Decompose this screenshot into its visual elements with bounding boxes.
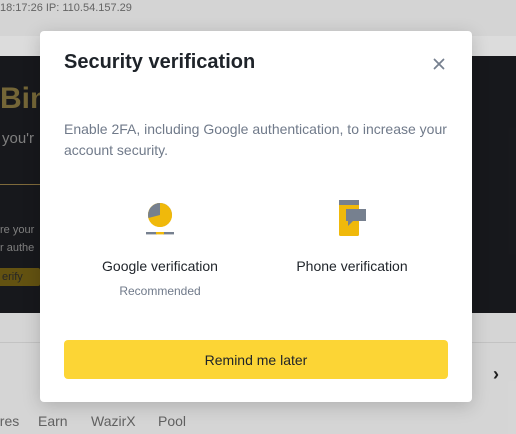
close-button[interactable] <box>428 53 450 75</box>
google-verification-option[interactable]: Google verification Recommended <box>75 199 245 298</box>
phone-verification-option[interactable]: Phone verification <box>267 199 437 274</box>
recommended-badge: Recommended <box>119 284 201 298</box>
phone-message-icon <box>339 200 366 236</box>
modal-title: Security verification <box>64 51 256 73</box>
security-verification-modal: Security verification Enable 2FA, includ… <box>40 31 472 402</box>
google-verification-label: Google verification <box>102 258 218 274</box>
google-authenticator-icon <box>146 203 174 235</box>
phone-verification-label: Phone verification <box>296 258 408 274</box>
modal-description: Enable 2FA, including Google authenticat… <box>64 121 447 158</box>
remind-me-later-button[interactable]: Remind me later <box>64 340 448 379</box>
close-icon <box>433 58 445 70</box>
